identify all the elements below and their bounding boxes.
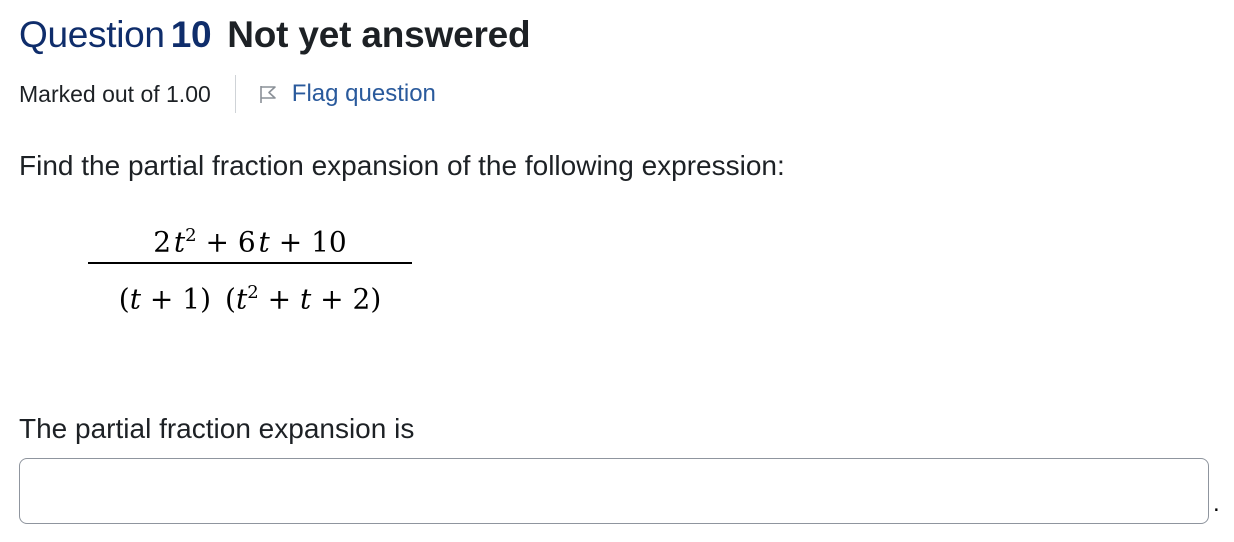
fraction-denominator: (t + 1) (t2 + t + 2) — [118, 282, 382, 316]
math-expression: 2 t2 + 6 t + 10 (t + 1) (t2 + t + 2) — [88, 214, 412, 316]
flag-question-label[interactable]: Flag question — [292, 80, 436, 108]
question-number: Question 10 — [19, 14, 212, 55]
answer-input[interactable] — [19, 458, 1209, 524]
question-header: Question 10 Not yet answered — [19, 14, 531, 56]
question-state: Not yet answered — [227, 14, 531, 55]
answer-trailing-period: . — [1213, 490, 1220, 517]
grade-info: Marked out of 1.00 — [19, 80, 211, 107]
question-info: Marked out of 1.00 Flag question — [19, 75, 436, 113]
fraction-numerator: 2 t2 + 6 t + 10 — [153, 225, 347, 259]
fraction-bar — [88, 262, 412, 264]
flag-icon — [259, 86, 276, 103]
question-label: Question — [19, 14, 165, 55]
info-divider — [234, 75, 236, 113]
answer-label: The partial fraction expansion is — [19, 413, 415, 444]
question-prompt: Find the partial fraction expansion of t… — [19, 150, 785, 181]
question-number-value: 10 — [170, 14, 212, 55]
flag-question-link[interactable]: Flag question — [258, 80, 436, 108]
